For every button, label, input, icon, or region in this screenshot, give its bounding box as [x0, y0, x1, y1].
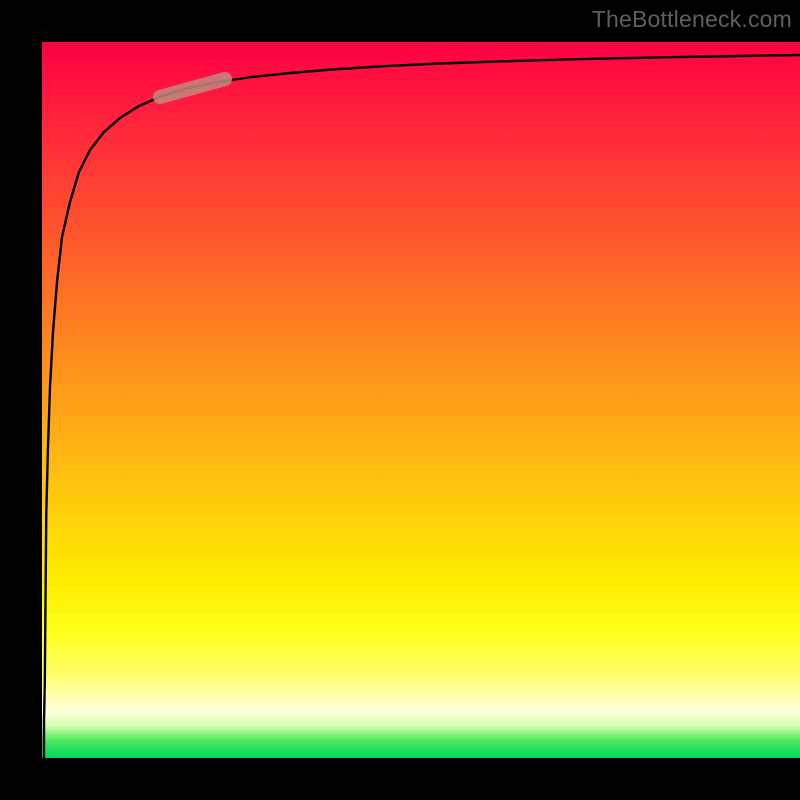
chart-frame: TheBottleneck.com: [0, 0, 800, 800]
plot-area: [42, 42, 800, 758]
gradient-background: [42, 42, 800, 758]
watermark-text: TheBottleneck.com: [592, 6, 792, 33]
